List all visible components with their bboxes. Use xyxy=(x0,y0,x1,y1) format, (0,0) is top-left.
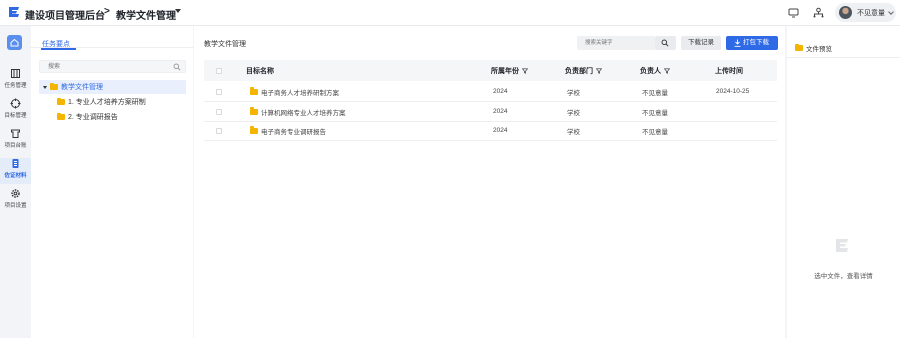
nav-item-label: 任务管理 xyxy=(4,83,27,89)
row-dept: 学校 xyxy=(567,128,580,136)
nav-item-tasks[interactable]: 任务管理 xyxy=(0,68,31,94)
nav-item-label: 项目台账 xyxy=(4,143,27,149)
preview-title: 文件预览 xyxy=(806,46,832,53)
column-header-upload-time: 上传时间 xyxy=(715,67,743,75)
main-panel: 教学文件管理 下载记录 打包下载 目标名称 所属年份 负责部门 负责人 上传时间 xyxy=(194,26,785,338)
app-title: 建设项目管理后台 xyxy=(25,11,105,22)
table-row[interactable]: 电子商务人才培养研制方案 2024 学校 不见意量 2024-10-25 xyxy=(204,82,777,102)
keyword-search-input[interactable] xyxy=(577,36,647,50)
breadcrumb-separator: > xyxy=(104,6,110,17)
row-dept: 学校 xyxy=(567,109,580,117)
nav-item-settings[interactable]: 项目设置 xyxy=(0,188,31,214)
tree-node-label: 2. 专业调研报告 xyxy=(68,114,118,121)
left-nav: 任务管理 目标管理 项目台账 佐证材料 项目设置 xyxy=(0,26,31,338)
nav-item-label: 目标管理 xyxy=(4,113,27,119)
tree-tabs: 任务要点 xyxy=(31,26,193,50)
nav-item-label: 项目设置 xyxy=(4,203,27,209)
folder-icon xyxy=(57,112,65,120)
tree-search-input[interactable] xyxy=(40,61,170,72)
monitor-icon[interactable] xyxy=(787,6,800,19)
preview-header: 文件预览 xyxy=(795,43,832,53)
settings-icon xyxy=(11,189,20,198)
app-logo-icon xyxy=(836,239,848,252)
tree-panel: 任务要点 教学文件管理 1. 专业人才培养方案研制 2. 专业调研报告 xyxy=(31,26,193,338)
row-checkbox[interactable] xyxy=(216,108,222,115)
tree-node-item[interactable]: 1. 专业人才培养方案研制 xyxy=(39,95,186,109)
download-icon xyxy=(734,39,741,47)
folder-icon xyxy=(250,107,258,115)
avatar xyxy=(839,6,852,19)
filter-icon[interactable] xyxy=(664,67,670,74)
folder-icon xyxy=(250,87,258,95)
page-title[interactable]: 教学文件管理 xyxy=(116,7,176,22)
target-icon xyxy=(10,98,21,109)
evidence-icon xyxy=(12,159,19,168)
select-all-checkbox[interactable] xyxy=(216,67,222,74)
tree-node-root[interactable]: 教学文件管理 xyxy=(39,80,186,94)
keyword-search xyxy=(577,36,655,50)
file-preview-panel: 文件预览 选中文件，查看详情 xyxy=(787,26,900,338)
top-header: 建设项目管理后台 > 教学文件管理 不见意量 xyxy=(0,0,900,26)
row-checkbox[interactable] xyxy=(216,127,222,134)
chevron-down-icon xyxy=(888,8,894,15)
row-upload-time: 2024-10-25 xyxy=(716,88,750,95)
user-menu[interactable]: 不见意量 xyxy=(835,3,896,22)
nav-item-targets[interactable]: 目标管理 xyxy=(0,98,31,124)
tasks-icon xyxy=(11,69,20,78)
tab-underline xyxy=(41,48,76,50)
row-owner: 不见意量 xyxy=(642,128,668,136)
row-year: 2024 xyxy=(493,88,508,95)
row-name[interactable]: 电子商务专业调研报告 xyxy=(261,126,326,136)
folder-icon xyxy=(57,97,65,105)
column-header-year: 所属年份 xyxy=(491,67,519,75)
table-header: 目标名称 所属年份 负责部门 负责人 上传时间 xyxy=(204,60,777,81)
row-name[interactable]: 计算机网络专业人才培养方案 xyxy=(261,107,346,117)
tree-search xyxy=(39,60,186,73)
column-header-dept: 负责部门 xyxy=(565,67,593,75)
tree-node-label: 1. 专业人才培养方案研制 xyxy=(68,99,146,106)
divider xyxy=(787,57,900,58)
search-button[interactable] xyxy=(655,36,676,50)
ledger-icon xyxy=(11,129,20,138)
tree-node-label: 教学文件管理 xyxy=(61,84,103,91)
pack-download-button[interactable]: 打包下载 xyxy=(726,36,778,50)
table-row[interactable]: 电子商务专业调研报告 2024 学校 不见意量 xyxy=(204,121,777,141)
nav-item-ledger[interactable]: 项目台账 xyxy=(0,128,31,154)
nav-item-label: 佐证材料 xyxy=(4,173,27,179)
table-row[interactable]: 计算机网络专业人才培养方案 2024 学校 不见意量 xyxy=(204,102,777,122)
filter-icon[interactable] xyxy=(522,67,528,74)
main-title: 教学文件管理 xyxy=(204,41,246,48)
row-name[interactable]: 电子商务人才培养研制方案 xyxy=(261,87,339,97)
download-log-button[interactable]: 下载记录 xyxy=(681,36,721,50)
column-header-name: 目标名称 xyxy=(246,67,274,75)
row-dept: 学校 xyxy=(567,89,580,97)
home-button[interactable] xyxy=(7,35,22,50)
row-owner: 不见意量 xyxy=(642,109,668,117)
home-icon xyxy=(10,38,19,47)
preview-hint: 选中文件，查看详情 xyxy=(814,273,873,280)
user-name: 不见意量 xyxy=(857,9,885,17)
filter-icon[interactable] xyxy=(596,67,602,74)
row-checkbox[interactable] xyxy=(216,88,222,95)
row-year: 2024 xyxy=(493,127,508,134)
pack-download-label: 打包下载 xyxy=(743,39,769,46)
folder-icon xyxy=(50,82,58,90)
nav-item-evidence[interactable]: 佐证材料 xyxy=(0,158,31,184)
caret-down-icon[interactable] xyxy=(43,85,47,89)
column-header-owner: 负责人 xyxy=(640,67,661,75)
tree-node-item[interactable]: 2. 专业调研报告 xyxy=(39,110,186,124)
row-year: 2024 xyxy=(493,108,508,115)
org-chart-icon[interactable] xyxy=(812,6,825,19)
folder-icon xyxy=(250,126,258,134)
chevron-down-icon[interactable] xyxy=(175,9,181,13)
search-icon[interactable] xyxy=(173,63,181,71)
folder-icon xyxy=(795,43,803,51)
app-logo-icon[interactable] xyxy=(7,5,21,19)
search-icon xyxy=(661,39,669,47)
row-owner: 不见意量 xyxy=(642,89,668,97)
